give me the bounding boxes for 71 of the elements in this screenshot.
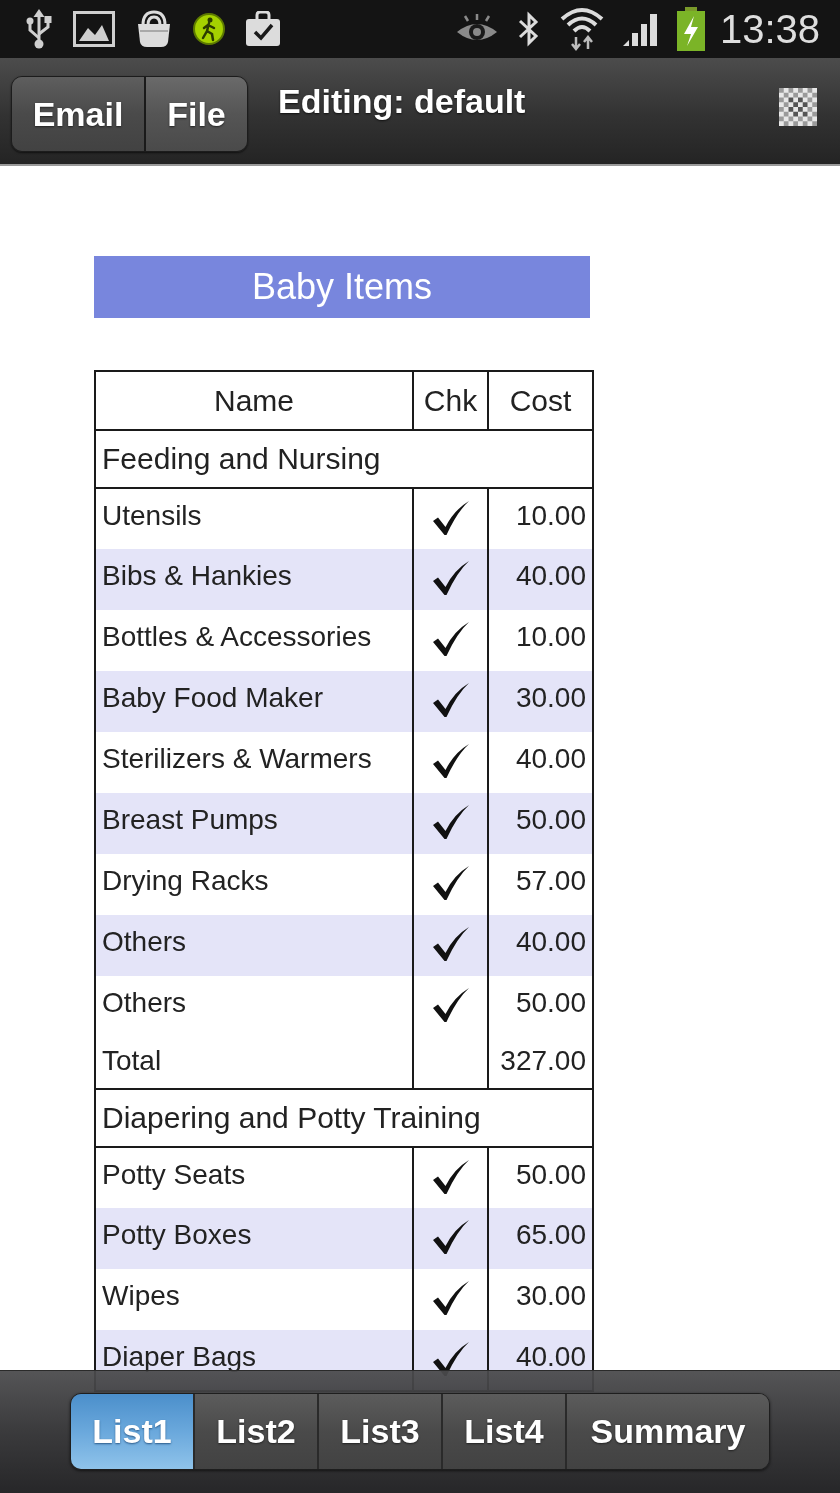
column-header: Name — [95, 371, 413, 430]
checkmark-icon — [431, 1159, 470, 1195]
item-name[interactable]: Others — [95, 976, 413, 1037]
checkmark-icon — [431, 987, 470, 1023]
checkmark-icon — [431, 500, 470, 536]
checkmark-icon — [431, 682, 470, 718]
item-cost: 40.00 — [488, 915, 593, 976]
item-name[interactable]: Others — [95, 915, 413, 976]
item-name[interactable]: Potty Boxes — [95, 1208, 413, 1269]
check-cell[interactable] — [413, 854, 488, 915]
list-tab[interactable]: Summary — [567, 1394, 769, 1469]
item-cost: 50.00 — [488, 1147, 593, 1208]
check-cell[interactable] — [413, 488, 488, 549]
clock-time: 13:38 — [719, 6, 820, 52]
battery-icon — [675, 7, 706, 51]
item-name[interactable]: Breast Pumps — [95, 793, 413, 854]
total-label: Total — [95, 1037, 413, 1089]
item-name[interactable]: Potty Seats — [95, 1147, 413, 1208]
item-cost: 30.00 — [488, 671, 593, 732]
item-cost: 65.00 — [488, 1208, 593, 1269]
image-icon — [73, 11, 115, 47]
item-name[interactable]: Utensils — [95, 488, 413, 549]
checkmark-icon — [431, 1219, 470, 1255]
checkmark-icon — [431, 560, 470, 596]
action-button[interactable]: Email — [12, 77, 146, 151]
item-cost: 57.00 — [488, 854, 593, 915]
section-heading: Feeding and Nursing — [95, 430, 593, 488]
shopping-bag-icon — [135, 10, 173, 48]
check-cell[interactable] — [413, 549, 488, 610]
list-title: Baby Items — [94, 256, 590, 318]
item-name[interactable]: Bibs & Hankies — [95, 549, 413, 610]
checkmark-icon — [431, 1280, 470, 1316]
checkmark-icon — [431, 804, 470, 840]
item-name[interactable]: Bottles & Accessories — [95, 610, 413, 671]
item-name[interactable]: Wipes — [95, 1269, 413, 1330]
item-cost: 50.00 — [488, 976, 593, 1037]
item-cost: 30.00 — [488, 1269, 593, 1330]
checkmark-icon — [431, 743, 470, 779]
wifi-icon — [559, 7, 604, 51]
checkmark-icon — [431, 865, 470, 901]
item-name[interactable]: Drying Racks — [95, 854, 413, 915]
signal-icon — [621, 12, 658, 46]
check-cell[interactable] — [413, 1269, 488, 1330]
check-cell[interactable] — [413, 976, 488, 1037]
check-cell[interactable] — [413, 1208, 488, 1269]
check-cell[interactable] — [413, 671, 488, 732]
item-name[interactable]: Sterilizers & Warmers — [95, 732, 413, 793]
action-button[interactable]: File — [146, 77, 247, 151]
check-cell[interactable] — [413, 1147, 488, 1208]
item-cost: 50.00 — [488, 793, 593, 854]
item-cost: 40.00 — [488, 732, 593, 793]
check-cell[interactable] — [413, 793, 488, 854]
bag-check-icon — [245, 11, 281, 47]
list-tab[interactable]: List4 — [443, 1394, 567, 1469]
check-cell[interactable] — [413, 915, 488, 976]
item-name[interactable]: Baby Food Maker — [95, 671, 413, 732]
check-cell[interactable] — [413, 610, 488, 671]
item-cost: 40.00 — [488, 549, 593, 610]
section-heading: Diapering and Potty Training — [95, 1089, 593, 1147]
checkmark-icon — [431, 621, 470, 657]
editing-title: Editing: default — [278, 81, 526, 122]
item-cost: 10.00 — [488, 488, 593, 549]
list-tab[interactable]: List2 — [195, 1394, 319, 1469]
check-cell[interactable] — [413, 732, 488, 793]
list-tab[interactable]: List3 — [319, 1394, 443, 1469]
checkered-grid-icon[interactable] — [779, 88, 817, 126]
checkmark-icon — [431, 926, 470, 962]
usb-icon — [25, 9, 53, 49]
runner-icon — [193, 13, 225, 45]
total-cost: 327.00 — [488, 1037, 593, 1089]
item-cost: 10.00 — [488, 610, 593, 671]
